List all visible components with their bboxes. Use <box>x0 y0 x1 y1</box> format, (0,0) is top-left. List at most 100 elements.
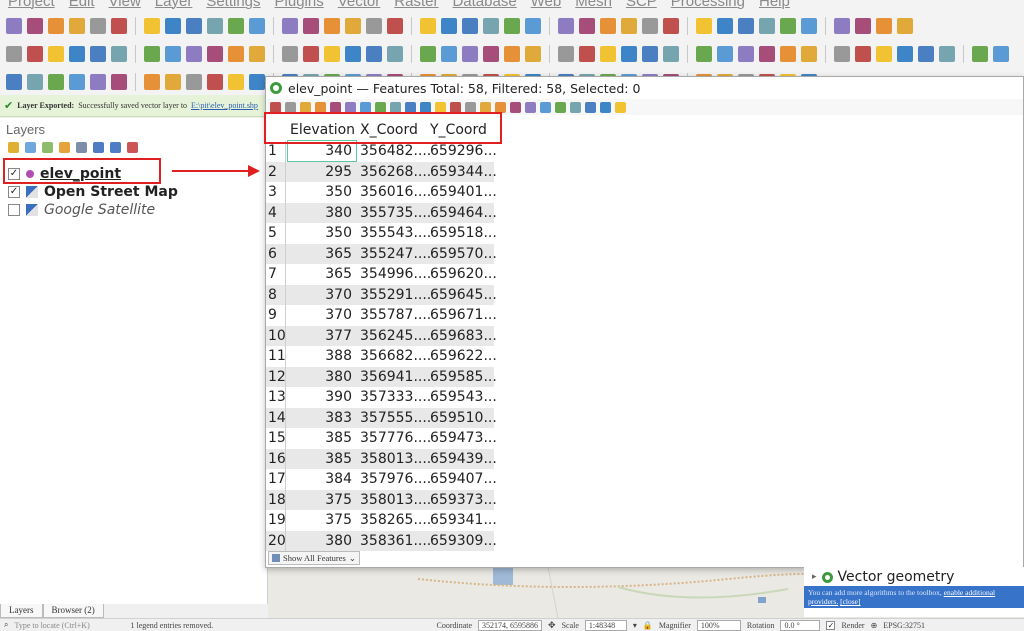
table-row[interactable]: 5 350 355543.... 659518... <box>266 223 497 244</box>
digitize-tool-15-icon[interactable] <box>324 46 340 62</box>
digitize-tool-29-icon[interactable] <box>642 46 658 62</box>
cell-elevation[interactable]: 375 <box>288 512 356 528</box>
plugin-tool-7-icon[interactable] <box>144 73 160 90</box>
cell-x-coord[interactable]: 355735.... <box>358 205 431 221</box>
menu-database[interactable]: Database <box>452 0 516 10</box>
plugin-tool-4-icon[interactable] <box>69 73 85 90</box>
main-tool-9-icon[interactable] <box>186 18 202 34</box>
plugin-tool-5-icon[interactable] <box>90 73 106 90</box>
digitize-tool-31-icon[interactable] <box>696 46 712 62</box>
digitize-tool-17-icon[interactable] <box>366 46 382 62</box>
digitize-tool-4-icon[interactable] <box>69 46 85 62</box>
cell-y-coord[interactable]: 659341... <box>428 512 497 528</box>
cell-x-coord[interactable]: 358265.... <box>358 512 431 528</box>
attribute-tool-3-icon[interactable] <box>300 101 311 113</box>
main-tool-24-icon[interactable] <box>525 18 541 34</box>
digitize-tool-1-icon[interactable] <box>6 46 22 62</box>
table-row[interactable]: 16 385 358013.... 659439... <box>266 448 497 469</box>
main-tool-6-icon[interactable] <box>111 18 127 34</box>
cell-elevation[interactable]: 295 <box>288 164 356 180</box>
cell-x-coord[interactable]: 356268.... <box>358 164 431 180</box>
digitize-tool-22-icon[interactable] <box>483 46 499 62</box>
menu-settings[interactable]: Settings <box>206 0 260 10</box>
digitize-tool-33-icon[interactable] <box>738 46 754 62</box>
cell-x-coord[interactable]: 358361.... <box>358 533 431 549</box>
menu-raster[interactable]: Raster <box>394 0 438 10</box>
cell-x-coord[interactable]: 357776.... <box>358 430 431 446</box>
layer-visibility-checkbox[interactable] <box>8 204 20 216</box>
remove-layer-icon[interactable] <box>127 142 138 153</box>
plugin-tool-6-icon[interactable] <box>111 73 127 90</box>
main-tool-26-icon[interactable] <box>579 18 595 34</box>
table-row[interactable]: 15 385 357776.... 659473... <box>266 428 497 449</box>
table-row[interactable]: 19 375 358265.... 659341... <box>266 510 497 531</box>
attribute-tool-21-icon[interactable] <box>570 101 581 113</box>
cell-elevation[interactable]: 340 <box>287 140 357 162</box>
main-tool-27-icon[interactable] <box>600 18 616 34</box>
digitize-tool-10-icon[interactable] <box>207 46 223 62</box>
main-tool-25-icon[interactable] <box>558 18 574 34</box>
table-row[interactable]: 4 380 355735.... 659464... <box>266 202 497 223</box>
attribute-table-window[interactable]: elev_point — Features Total: 58, Filtere… <box>265 76 1024 568</box>
attribute-tool-19-icon[interactable] <box>540 101 551 113</box>
cell-elevation[interactable]: 350 <box>288 225 356 241</box>
main-tool-8-icon[interactable] <box>165 18 181 34</box>
cell-elevation[interactable]: 370 <box>288 287 356 303</box>
table-row[interactable]: 12 380 356941.... 659585... <box>266 366 497 387</box>
cell-elevation[interactable]: 380 <box>288 205 356 221</box>
plugin-tool-2-icon[interactable] <box>27 73 43 90</box>
rotation-field[interactable]: 0.0 ° <box>780 619 821 631</box>
table-row[interactable]: 13 390 357333.... 659543... <box>266 387 497 408</box>
visibility-icon[interactable] <box>42 142 53 153</box>
table-row[interactable]: 6 365 355247.... 659570... <box>266 243 497 264</box>
table-row[interactable]: 3 350 356016.... 659401... <box>266 182 497 203</box>
attribute-tool-23-icon[interactable] <box>600 101 611 113</box>
main-tool-34-icon[interactable] <box>759 18 775 34</box>
main-tool-32-icon[interactable] <box>717 18 733 34</box>
attribute-tool-11-icon[interactable] <box>420 101 431 113</box>
cell-y-coord[interactable]: 659683... <box>428 328 497 344</box>
table-row[interactable]: 10 377 356245.... 659683... <box>266 325 497 346</box>
digitize-tool-35-icon[interactable] <box>780 46 796 62</box>
attribute-tool-13-icon[interactable] <box>450 101 461 113</box>
main-tool-40-icon[interactable] <box>897 18 913 34</box>
digitize-tool-25-icon[interactable] <box>558 46 574 62</box>
digitize-tool-6-icon[interactable] <box>111 46 127 62</box>
main-tool-10-icon[interactable] <box>207 18 223 34</box>
cell-x-coord[interactable]: 357555.... <box>358 410 431 426</box>
attribute-tool-12-icon[interactable] <box>435 101 446 113</box>
layer-item-open-street-map[interactable]: ✓ Open Street Map <box>8 184 178 200</box>
digitize-tool-44-icon[interactable] <box>993 46 1009 62</box>
style-manager-icon[interactable] <box>8 142 19 153</box>
cell-y-coord[interactable]: 659373... <box>428 492 497 508</box>
plugin-tool-10-icon[interactable] <box>207 73 223 90</box>
cell-elevation[interactable]: 370 <box>288 307 356 323</box>
attribute-tool-15-icon[interactable] <box>480 101 491 113</box>
cell-elevation[interactable]: 383 <box>288 410 356 426</box>
cell-y-coord[interactable]: 659473... <box>428 430 497 446</box>
layer-item-google-satellite[interactable]: Google Satellite <box>8 202 155 218</box>
menu-layer[interactable]: Layer <box>155 0 193 10</box>
cell-elevation[interactable]: 377 <box>288 328 356 344</box>
digitize-tool-5-icon[interactable] <box>90 46 106 62</box>
render-checkbox[interactable]: ✓ <box>826 620 836 630</box>
cell-y-coord[interactable]: 659439... <box>428 451 497 467</box>
attribute-tool-10-icon[interactable] <box>405 101 416 113</box>
cell-x-coord[interactable]: 356016.... <box>358 184 431 200</box>
digitize-tool-36-icon[interactable] <box>801 46 817 62</box>
plugin-tool-11-icon[interactable] <box>228 73 244 90</box>
main-tool-4-icon[interactable] <box>69 18 85 34</box>
cell-y-coord[interactable]: 659309... <box>428 533 497 549</box>
digitize-tool-21-icon[interactable] <box>462 46 478 62</box>
menu-help[interactable]: Help <box>759 0 790 10</box>
cell-x-coord[interactable]: 356245.... <box>358 328 431 344</box>
main-tool-31-icon[interactable] <box>696 18 712 34</box>
cell-elevation[interactable]: 365 <box>288 266 356 282</box>
digitize-tool-42-icon[interactable] <box>939 46 955 62</box>
table-row[interactable]: 20 380 358361.... 659309... <box>266 530 497 551</box>
main-tool-33-icon[interactable] <box>738 18 754 34</box>
cell-y-coord[interactable]: 659645... <box>428 287 497 303</box>
main-tool-14-icon[interactable] <box>303 18 319 34</box>
main-tool-1-icon[interactable] <box>6 18 22 34</box>
main-tool-22-icon[interactable] <box>483 18 499 34</box>
